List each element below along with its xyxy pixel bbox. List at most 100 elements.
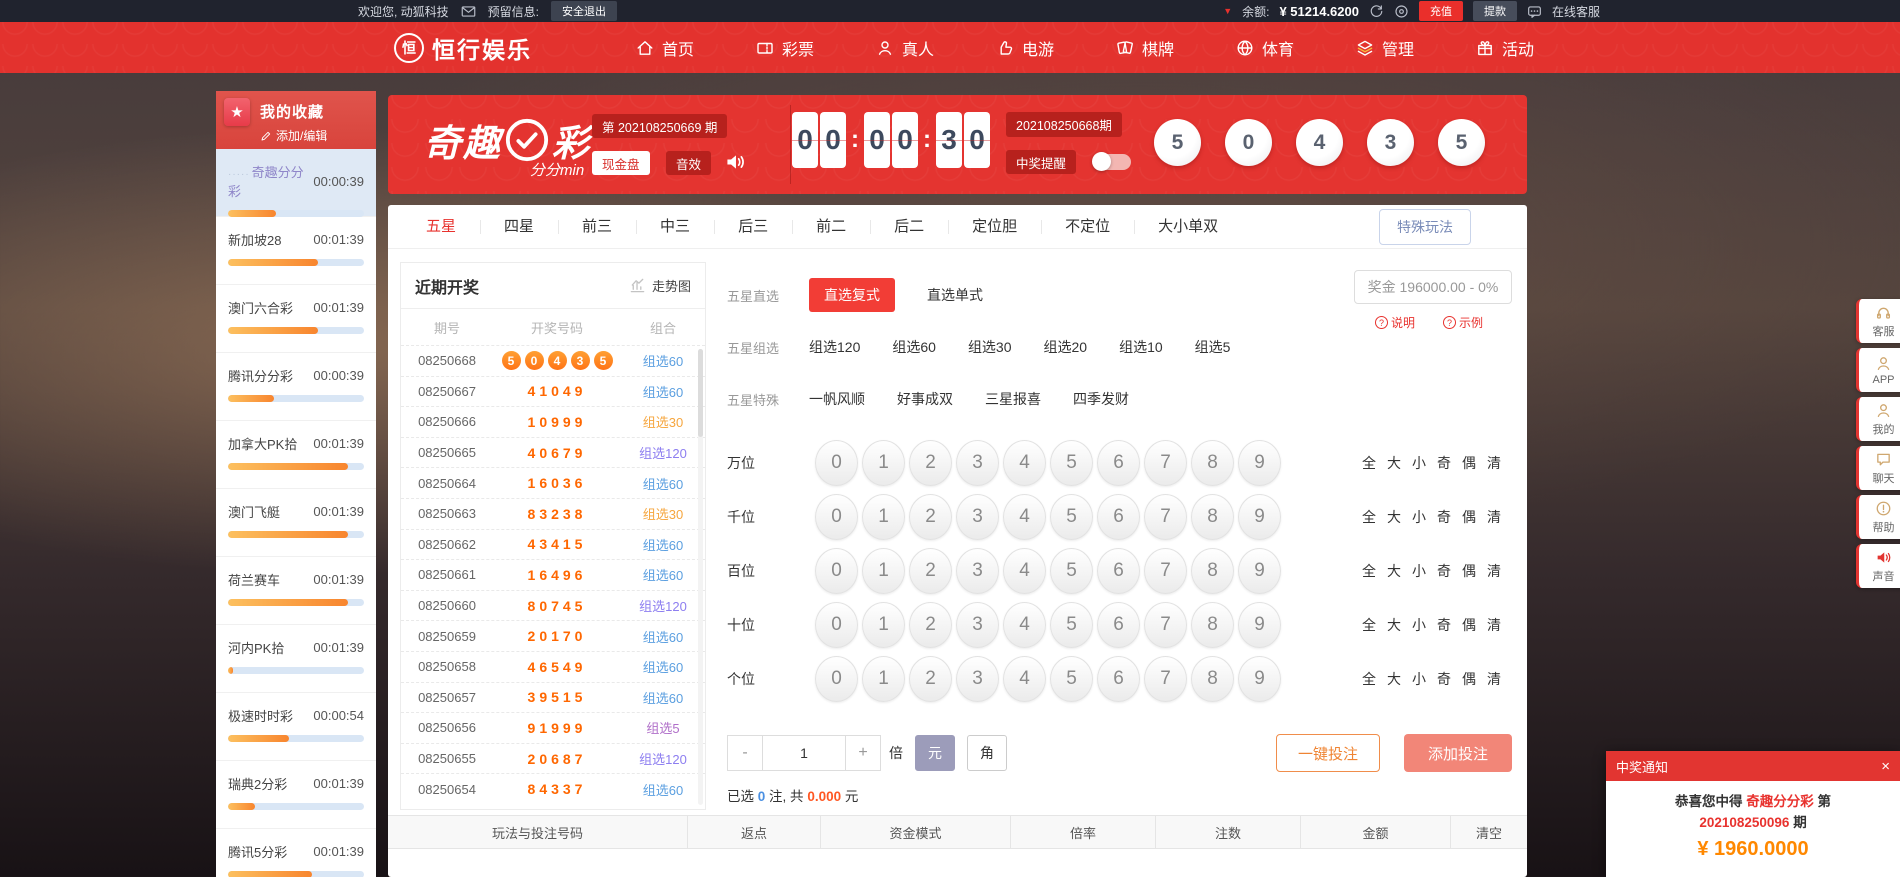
quick-option-偶[interactable]: 偶 (1462, 561, 1476, 581)
digit-button-个位-7[interactable]: 7 (1144, 656, 1187, 702)
floating-button-我的[interactable]: 我的 (1856, 397, 1900, 441)
quick-option-清[interactable]: 清 (1487, 615, 1501, 635)
tab-五星[interactable]: 五星 (402, 217, 480, 237)
digit-button-万位-6[interactable]: 6 (1097, 440, 1140, 486)
digit-button-千位-6[interactable]: 6 (1097, 494, 1140, 540)
digit-button-千位-4[interactable]: 4 (1003, 494, 1046, 540)
sidebar-item-澳门飞艇[interactable]: 澳门飞艇00:01:39 (216, 489, 376, 557)
draw-combo-link[interactable]: 组选120 (621, 749, 705, 768)
digit-button-百位-2[interactable]: 2 (909, 548, 952, 594)
quick-option-清[interactable]: 清 (1487, 669, 1501, 689)
digit-button-个位-0[interactable]: 0 (815, 656, 858, 702)
digit-button-个位-9[interactable]: 9 (1238, 656, 1281, 702)
draw-combo-link[interactable]: 组选60 (621, 351, 705, 370)
unit-button-角[interactable]: 角 (967, 735, 1007, 771)
tab-不定位[interactable]: 不定位 (1041, 217, 1134, 237)
bet-slip-column-清空[interactable]: 清空 (1451, 816, 1527, 848)
quick-option-小[interactable]: 小 (1412, 615, 1426, 635)
quick-option-小[interactable]: 小 (1412, 669, 1426, 689)
draw-combo-link[interactable]: 组选30 (621, 412, 705, 431)
play-option-组选5[interactable]: 组选5 (1195, 337, 1231, 357)
tab-special-plays[interactable]: 特殊玩法 (1379, 209, 1471, 245)
digit-button-个位-2[interactable]: 2 (909, 656, 952, 702)
digit-button-百位-0[interactable]: 0 (815, 548, 858, 594)
quick-option-大[interactable]: 大 (1387, 507, 1401, 527)
quick-option-大[interactable]: 大 (1387, 561, 1401, 581)
draw-combo-link[interactable]: 组选60 (621, 474, 705, 493)
digit-button-万位-4[interactable]: 4 (1003, 440, 1046, 486)
floating-button-聊天[interactable]: 聊天 (1856, 446, 1900, 490)
digit-button-个位-3[interactable]: 3 (956, 656, 999, 702)
sidebar-item-极速时时彩[interactable]: 极速时时彩00:00:54 (216, 693, 376, 761)
digit-button-千位-8[interactable]: 8 (1191, 494, 1234, 540)
withdraw-button[interactable]: 提款 (1473, 1, 1517, 21)
sidebar-item-瑞典2分彩[interactable]: 瑞典2分彩00:01:39 (216, 761, 376, 829)
quick-option-奇[interactable]: 奇 (1437, 561, 1451, 581)
floating-button-客服[interactable]: 客服 (1856, 299, 1900, 343)
digit-button-万位-1[interactable]: 1 (862, 440, 905, 486)
digit-button-百位-7[interactable]: 7 (1144, 548, 1187, 594)
digit-button-十位-9[interactable]: 9 (1238, 602, 1281, 648)
digit-button-十位-0[interactable]: 0 (815, 602, 858, 648)
logout-button[interactable]: 安全退出 (551, 1, 617, 21)
digit-button-千位-5[interactable]: 5 (1050, 494, 1093, 540)
digit-button-千位-7[interactable]: 7 (1144, 494, 1187, 540)
unit-button-元[interactable]: 元 (915, 735, 955, 771)
digit-button-十位-6[interactable]: 6 (1097, 602, 1140, 648)
quick-option-小[interactable]: 小 (1412, 561, 1426, 581)
quick-option-奇[interactable]: 奇 (1437, 507, 1451, 527)
recent-scrollbar[interactable] (698, 349, 703, 805)
sound-effect-button[interactable]: 音效 (666, 151, 711, 175)
nav-item-体育[interactable]: 体育 (1205, 22, 1325, 73)
draw-combo-link[interactable]: 组选30 (621, 504, 705, 523)
play-option-组选120[interactable]: 组选120 (809, 337, 860, 357)
nav-item-活动[interactable]: 活动 (1445, 22, 1565, 73)
tab-大小单双[interactable]: 大小单双 (1134, 217, 1242, 237)
sidebar-item-加拿大PK拾[interactable]: 加拿大PK拾00:01:39 (216, 421, 376, 489)
trend-chart-link[interactable]: 走势图 (629, 276, 691, 295)
digit-button-千位-3[interactable]: 3 (956, 494, 999, 540)
tab-后二[interactable]: 后二 (870, 217, 948, 237)
digit-button-百位-6[interactable]: 6 (1097, 548, 1140, 594)
digit-button-十位-2[interactable]: 2 (909, 602, 952, 648)
digit-button-万位-8[interactable]: 8 (1191, 440, 1234, 486)
draw-combo-link[interactable]: 组选60 (621, 565, 705, 584)
digit-button-万位-2[interactable]: 2 (909, 440, 952, 486)
recent-scrollbar-thumb[interactable] (698, 349, 703, 437)
eye-icon[interactable] (1394, 4, 1409, 19)
digit-button-千位-0[interactable]: 0 (815, 494, 858, 540)
digit-button-千位-1[interactable]: 1 (862, 494, 905, 540)
draw-combo-link[interactable]: 组选5 (621, 718, 705, 737)
quick-option-偶[interactable]: 偶 (1462, 507, 1476, 527)
quick-option-清[interactable]: 清 (1487, 507, 1501, 527)
quick-option-清[interactable]: 清 (1487, 561, 1501, 581)
close-icon[interactable]: × (1881, 759, 1890, 774)
multiplier-plus-button[interactable]: + (845, 735, 881, 771)
digit-button-万位-7[interactable]: 7 (1144, 440, 1187, 486)
cash-mode-button[interactable]: 现金盘 (592, 151, 650, 175)
digit-button-百位-3[interactable]: 3 (956, 548, 999, 594)
digit-button-十位-4[interactable]: 4 (1003, 602, 1046, 648)
digit-button-百位-8[interactable]: 8 (1191, 548, 1234, 594)
sidebar-item-奇趣分分彩[interactable]: 奇趣分分彩00:00:39 (216, 149, 376, 217)
quick-option-偶[interactable]: 偶 (1462, 453, 1476, 473)
tab-后三[interactable]: 后三 (714, 217, 792, 237)
draw-combo-link[interactable]: 组选120 (621, 596, 705, 615)
recharge-button[interactable]: 充值 (1419, 1, 1463, 21)
message-icon[interactable] (461, 4, 476, 19)
digit-button-万位-9[interactable]: 9 (1238, 440, 1281, 486)
quick-option-小[interactable]: 小 (1412, 453, 1426, 473)
play-option-四季发财[interactable]: 四季发财 (1073, 389, 1129, 409)
quick-option-全[interactable]: 全 (1362, 561, 1376, 581)
example-link[interactable]: ?示例 (1443, 314, 1483, 331)
draw-combo-link[interactable]: 组选60 (621, 382, 705, 401)
refresh-icon[interactable] (1369, 4, 1384, 19)
online-service-label[interactable]: 在线客服 (1552, 3, 1600, 20)
quick-option-清[interactable]: 清 (1487, 453, 1501, 473)
draw-combo-link[interactable]: 组选120 (621, 443, 705, 462)
play-option-三星报喜[interactable]: 三星报喜 (985, 389, 1041, 409)
add-bet-button[interactable]: 添加投注 (1404, 734, 1512, 772)
floating-button-声音[interactable]: 声音 (1856, 544, 1900, 588)
nav-item-首页[interactable]: 首页 (605, 22, 725, 73)
sidebar-item-河内PK拾[interactable]: 河内PK拾00:01:39 (216, 625, 376, 693)
